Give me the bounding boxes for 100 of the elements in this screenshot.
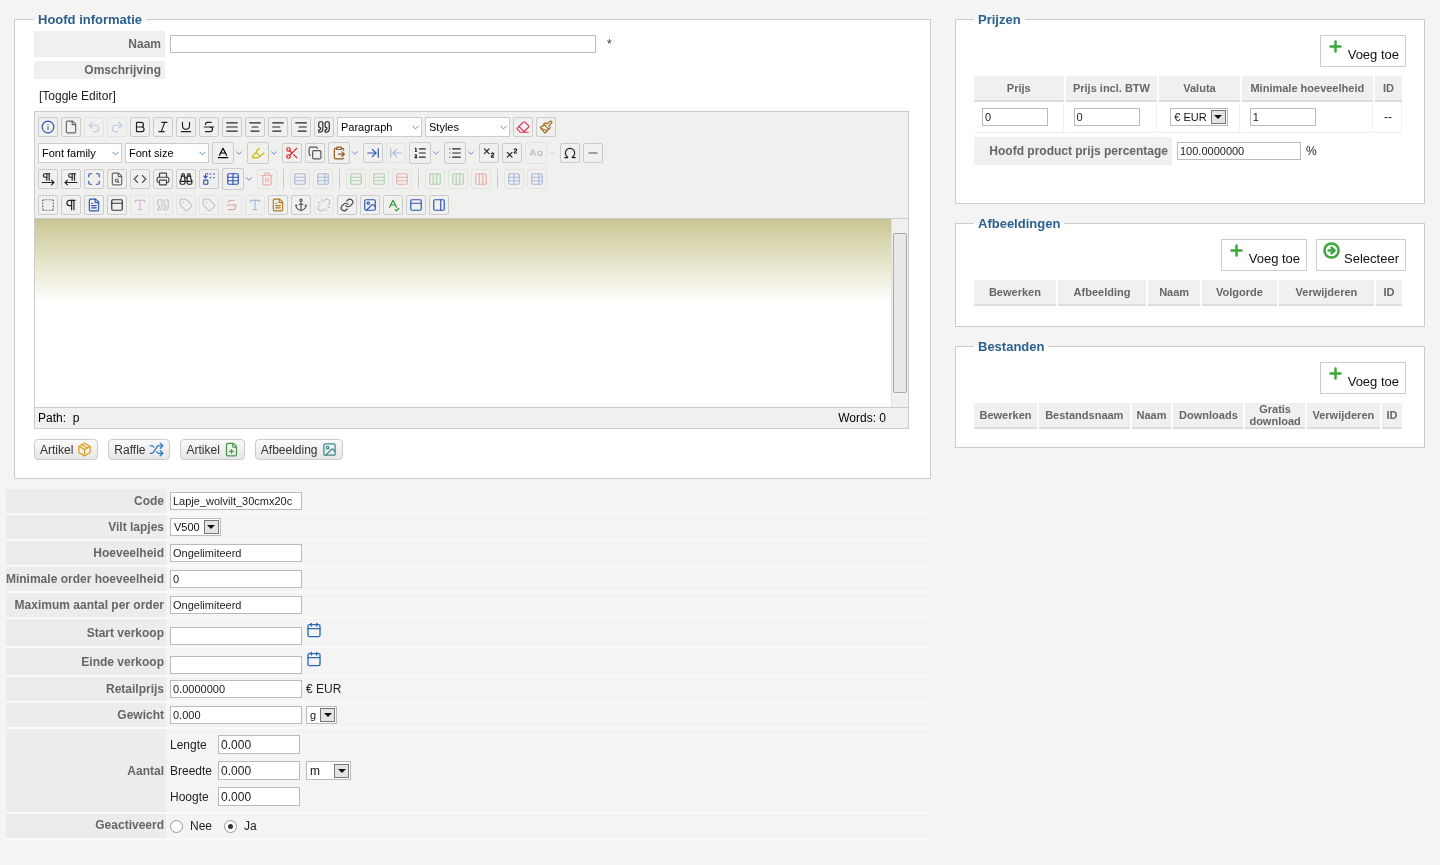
dropdown[interactable]: V500 — [170, 518, 221, 536]
toolbar-button[interactable] — [38, 169, 58, 189]
column-header: Prijs incl. BTW — [1065, 76, 1158, 102]
caret-icon — [547, 148, 557, 158]
undo-icon — [87, 120, 101, 134]
text-field[interactable]: 0.0000000 — [170, 680, 302, 698]
toolbar-button[interactable] — [61, 169, 81, 189]
name-field[interactable] — [170, 35, 596, 53]
superscript-icon — [505, 146, 519, 160]
quote-icon — [156, 198, 170, 212]
toolbar-button[interactable] — [479, 143, 499, 163]
unit-dropdown[interactable]: g — [306, 706, 338, 724]
calendar-icon[interactable] — [306, 622, 322, 638]
field-label: Minimale order hoeveelheid — [6, 567, 166, 591]
toolbar-dropdown[interactable]: Font size — [125, 143, 209, 163]
toggle-editor-link[interactable]: [Toggle Editor] — [39, 89, 116, 103]
toolbar-button[interactable] — [291, 195, 311, 215]
field-label: Breedte — [170, 763, 213, 778]
toolbar-button[interactable] — [153, 169, 173, 189]
text-field[interactable]: Lapje_wolvilt_30cmx20c — [170, 492, 302, 510]
toolbar-button[interactable] — [130, 117, 150, 137]
date-field[interactable] — [170, 626, 302, 645]
radio-button[interactable] — [224, 819, 237, 833]
currency-dropdown[interactable]: € EUR — [1170, 108, 1228, 126]
date-field[interactable] — [170, 655, 302, 674]
toolbar-button[interactable] — [245, 117, 265, 137]
text-field[interactable]: 0.000 — [218, 787, 301, 806]
insert-button[interactable]: Artikel — [180, 439, 245, 460]
toolbar-button[interactable] — [560, 143, 580, 163]
redo-icon — [110, 120, 124, 134]
percentage-field[interactable]: 100.0000000 — [1177, 142, 1301, 160]
radio-button[interactable] — [170, 819, 183, 833]
price-field[interactable]: 0 — [1073, 108, 1140, 126]
unit-dropdown[interactable]: m — [306, 761, 352, 780]
paintbrush-icon — [539, 120, 553, 134]
text-field[interactable]: 0.000 — [218, 761, 301, 780]
field-label: Einde verkoop — [6, 648, 166, 675]
toolbar-button[interactable] — [337, 195, 357, 215]
insert-button[interactable]: Afbeelding — [254, 439, 343, 460]
toolbar-button[interactable] — [176, 117, 196, 137]
text-field[interactable]: 0.000 — [170, 706, 302, 724]
toolbar-button[interactable] — [153, 117, 173, 137]
template-icon — [87, 198, 101, 212]
code-icon — [133, 172, 147, 186]
toolbar-dropdown[interactable]: Font family — [38, 143, 122, 163]
toolbar-button[interactable] — [176, 169, 196, 189]
toolbar-dropdown[interactable]: Paragraph — [337, 117, 422, 137]
add-button[interactable]: Voeg toe — [1220, 239, 1308, 271]
scrollbar[interactable] — [891, 219, 908, 407]
printer-icon — [156, 172, 170, 186]
plus-icon — [1326, 365, 1344, 382]
toolbar-button[interactable] — [199, 117, 219, 137]
text-field[interactable]: Ongelimiteerd — [170, 544, 302, 562]
anchor-icon — [294, 198, 308, 212]
toolbar-dropdown[interactable]: Styles — [425, 117, 510, 137]
caret-icon — [431, 148, 441, 158]
calendar-icon[interactable] — [306, 651, 322, 667]
toolbar-button[interactable] — [314, 117, 334, 137]
text-field[interactable]: 0 — [170, 570, 302, 588]
toolbar-split-button[interactable] — [409, 142, 441, 164]
eraser-icon — [516, 120, 530, 134]
field-label: Aantal — [6, 729, 166, 812]
column-header: Verwijderen — [1306, 403, 1380, 429]
insert-button[interactable]: Artikel — [34, 439, 99, 460]
column-header: Bewerken — [974, 280, 1056, 306]
toolbar-button[interactable] — [61, 195, 81, 215]
column-header: Bestandsnaam — [1039, 403, 1130, 429]
text-field[interactable]: 0.000 — [218, 735, 301, 754]
radio-label: Ja — [244, 819, 257, 833]
toolbar-split-button[interactable] — [212, 142, 244, 164]
toolbar-button[interactable] — [107, 195, 127, 215]
row-add-icon — [372, 172, 386, 186]
toolbar-button[interactable] — [291, 117, 311, 137]
path-label: Path: p — [38, 411, 80, 425]
tag-icon — [202, 198, 216, 212]
toolbar-button[interactable] — [222, 117, 242, 137]
column-header: Prijs — [974, 76, 1064, 102]
caret-icon — [466, 148, 476, 158]
panel-title: Bestanden — [977, 339, 1046, 354]
field-label: Hoofd product prijs percentage — [974, 137, 1172, 165]
column-header: ID — [1382, 403, 1402, 429]
column-header: Volgorde — [1202, 280, 1277, 306]
box-icon — [77, 442, 93, 457]
currency-label: € EUR — [306, 682, 342, 696]
select-button[interactable]: Selecteer — [1316, 239, 1406, 271]
strikethrough-icon — [202, 120, 216, 134]
scissors-icon — [285, 146, 299, 160]
toolbar-button[interactable] — [130, 169, 150, 189]
price-field[interactable]: 1 — [1249, 108, 1316, 126]
radio-label: Nee — [190, 819, 212, 833]
insert-button[interactable]: Raffle — [108, 439, 171, 460]
cell-icon — [316, 172, 330, 186]
add-button[interactable]: Voeg toe — [1319, 35, 1406, 67]
panel-icon — [432, 198, 446, 212]
add-button[interactable]: Voeg toe — [1319, 362, 1406, 394]
price-field[interactable]: 0 — [982, 108, 1048, 126]
toolbar-button[interactable] — [268, 117, 288, 137]
text-field[interactable]: Ongelimiteerd — [170, 596, 302, 614]
toolbar-button[interactable] — [502, 143, 522, 163]
omega-icon — [563, 146, 577, 160]
